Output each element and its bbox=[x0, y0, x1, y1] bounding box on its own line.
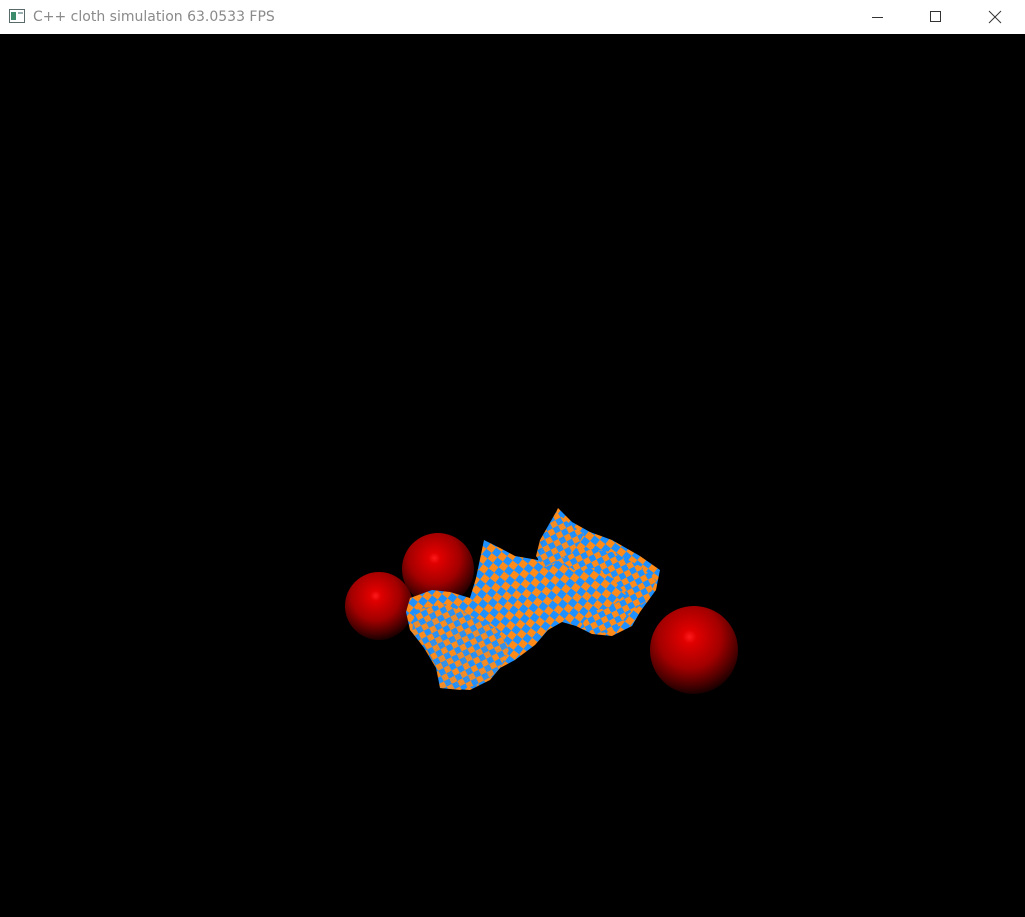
title-bar[interactable]: C++ cloth simulation 63.0533 FPS bbox=[0, 0, 1025, 34]
sphere-left bbox=[345, 572, 413, 640]
scene-canvas bbox=[345, 508, 738, 694]
maximize-icon bbox=[930, 11, 941, 22]
minimize-button[interactable] bbox=[849, 0, 907, 34]
sphere-right bbox=[650, 606, 738, 694]
window-title: C++ cloth simulation 63.0533 FPS bbox=[33, 9, 275, 25]
maximize-button[interactable] bbox=[907, 0, 965, 34]
minimize-icon bbox=[872, 17, 883, 18]
window-app-icon bbox=[9, 9, 25, 23]
app-window: C++ cloth simulation 63.0533 FPS bbox=[0, 0, 1025, 913]
close-button[interactable] bbox=[966, 0, 1024, 34]
close-icon bbox=[988, 10, 1002, 24]
opengl-viewport[interactable] bbox=[0, 34, 1025, 913]
